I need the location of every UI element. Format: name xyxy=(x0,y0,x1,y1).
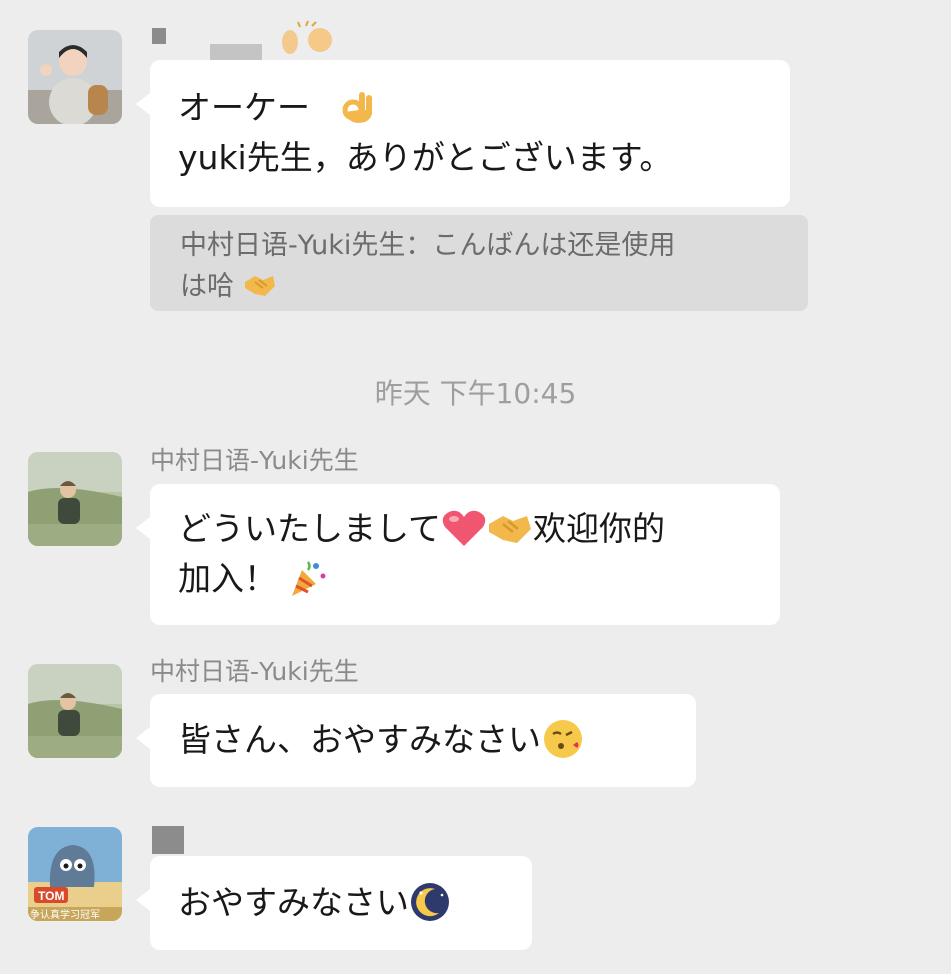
message-text: オーケー xyxy=(178,88,310,127)
kiss-emoji xyxy=(541,717,585,761)
message-bubble[interactable]: 皆さん、おやすみなさい xyxy=(136,694,696,787)
timestamp: 昨天 下午10:45 xyxy=(374,377,577,410)
message-text: 加入！ xyxy=(178,559,277,598)
sender-name: 中村日语-Yuki先生 xyxy=(150,657,359,686)
message-text: yuki先生，ありがとございます。 xyxy=(178,138,673,177)
message-bubble[interactable]: オーケー yuki先生，ありがとございます。 xyxy=(136,60,790,207)
tom-label: TOM xyxy=(38,889,64,903)
avatar[interactable]: TOM 争认真学习冠军 xyxy=(28,827,122,921)
avatar-caption: 争认真学习冠军 xyxy=(30,908,100,921)
redacted-name xyxy=(152,826,184,854)
moon-emoji xyxy=(409,881,451,923)
handshake-emoji xyxy=(487,511,533,545)
quoted-message[interactable]: 中村日语-Yuki先生：こんばんは还是使用 は哈 xyxy=(150,215,808,311)
avatar[interactable] xyxy=(28,30,122,124)
sender-name: 中村日语-Yuki先生 xyxy=(150,446,359,475)
message-text: おやすみなさい xyxy=(178,883,409,922)
ok-hand-emoji xyxy=(339,88,377,126)
heart-emoji xyxy=(441,508,487,548)
quote-text: は哈 xyxy=(180,271,234,302)
party-popper-emoji xyxy=(288,558,328,598)
message-text: 皆さん、おやすみなさい xyxy=(178,720,541,759)
avatar[interactable] xyxy=(28,452,122,546)
quote-text: 中村日语-Yuki先生：こんばんは还是使用 xyxy=(180,230,676,261)
clap-emoji xyxy=(276,20,336,54)
message-bubble[interactable]: どういたしまして 欢迎你的 加入！ xyxy=(136,484,780,625)
message-bubble[interactable]: おやすみなさい xyxy=(136,856,532,950)
chat-view: オーケー yuki先生，ありがとございます。 中村日语-Yuki先生：こんばんは… xyxy=(0,0,951,974)
message-text: 欢迎你的 xyxy=(533,509,666,548)
handshake-emoji xyxy=(243,272,277,298)
avatar[interactable] xyxy=(28,664,122,758)
redacted-name xyxy=(152,28,166,44)
message-text: どういたしまして xyxy=(178,509,442,548)
